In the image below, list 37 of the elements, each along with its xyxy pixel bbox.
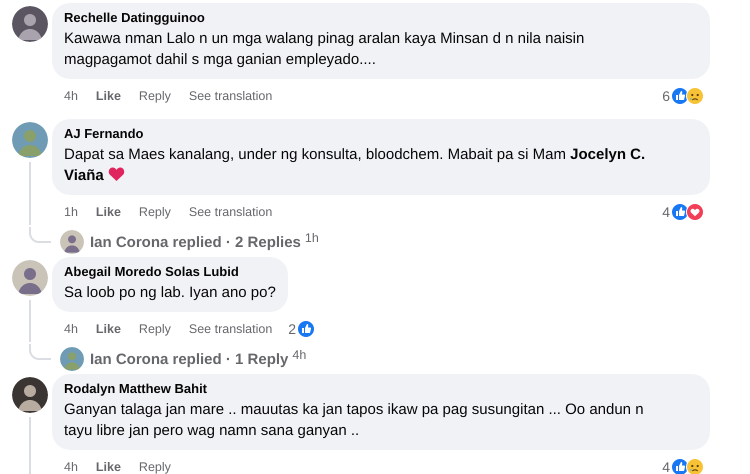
- thread-line: [29, 344, 51, 360]
- comment-time[interactable]: 4h: [64, 322, 78, 336]
- reaction-count[interactable]: 4: [662, 204, 670, 220]
- like-link[interactable]: Like: [96, 322, 121, 336]
- replies-link[interactable]: Ian Corona replied · 2 Replies: [90, 234, 301, 250]
- reaction-count[interactable]: 4: [662, 459, 670, 474]
- comment-time[interactable]: 4h: [64, 89, 78, 103]
- reaction-count[interactable]: 6: [662, 88, 670, 104]
- avatar[interactable]: [12, 377, 48, 413]
- thread-line: [29, 300, 31, 342]
- replies-link[interactable]: Ian Corona replied · 1 Reply: [90, 350, 288, 368]
- reply-time: 1h: [304, 231, 319, 245]
- avatar[interactable]: [12, 6, 48, 42]
- see-translation-link[interactable]: See translation: [188, 205, 272, 219]
- thread-line: [29, 162, 31, 225]
- see-translation-link[interactable]: See translation: [188, 89, 272, 103]
- author-name[interactable]: Rodalyn Matthew Bahit: [64, 381, 698, 396]
- reply-link[interactable]: Reply: [138, 322, 171, 336]
- comment-text: Ganyan talaga jan mare .. mauutas ka jan tapos ikaw pa pag susungitan ... Oo andun n tayu libre jan pero wag namn sana ganyan ..: [64, 400, 645, 441]
- like-link[interactable]: Like: [96, 205, 121, 219]
- comment-text: Dapat sa Maes kanalang, under ng konsulta, bloodchem. Mabait pa si Mam Jocelyn C. Viaña: [64, 145, 646, 186]
- thread-line: [29, 227, 51, 243]
- comment-text: Kawawa nman Lalo n un mga walang pinag aralan kaya Minsan d n nila naisin magpagamot dahil s mga ganian empleyado....: [64, 29, 586, 70]
- reaction-count[interactable]: 2: [288, 321, 296, 337]
- comment-text: Sa loob po ng lab. Iyan ano po?: [64, 283, 276, 303]
- reply-time: 4h: [292, 348, 306, 362]
- reply-link[interactable]: Reply: [138, 460, 171, 474]
- see-translation-link[interactable]: See translation: [188, 322, 272, 336]
- comment-time[interactable]: 1h: [64, 205, 78, 219]
- like-link[interactable]: Like: [96, 460, 121, 474]
- comment-time[interactable]: 4h: [64, 460, 78, 474]
- author-name[interactable]: Abegail Moredo Solas Lubid: [64, 264, 276, 279]
- author-name[interactable]: Rechelle Datingguinoo: [64, 10, 698, 25]
- like-link[interactable]: Like: [96, 89, 121, 103]
- author-name[interactable]: AJ Fernando: [64, 126, 698, 141]
- reply-link[interactable]: Reply: [138, 205, 171, 219]
- reply-link[interactable]: Reply: [138, 89, 171, 103]
